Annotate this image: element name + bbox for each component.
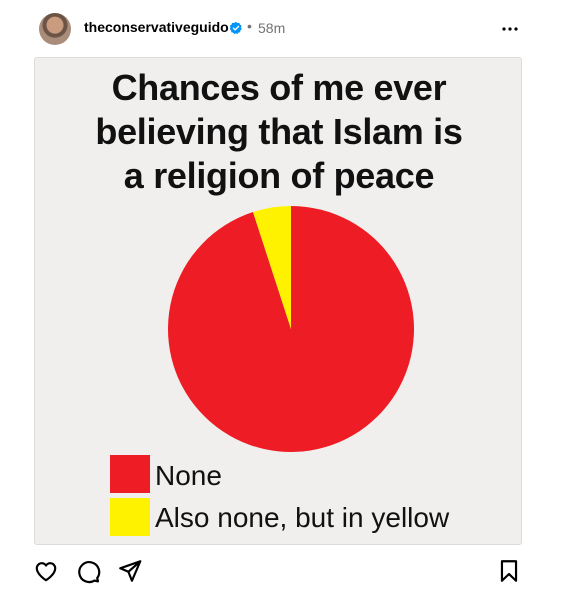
post-image[interactable]: Chances of me ever believing that Islam … <box>34 57 522 545</box>
legend-swatch-yellow <box>110 498 150 536</box>
comment-icon[interactable] <box>75 558 101 584</box>
separator-dot: • <box>247 18 252 34</box>
bookmark-icon[interactable] <box>496 558 522 584</box>
send-icon[interactable] <box>117 558 143 584</box>
verified-badge-icon <box>229 21 242 35</box>
post-header: theconservativeguido • 58m <box>0 0 563 56</box>
post-actions <box>0 552 563 588</box>
pie-chart <box>167 206 414 453</box>
more-options-icon[interactable] <box>500 19 520 39</box>
post-timestamp[interactable]: 58m <box>258 20 285 36</box>
legend-label-none: None <box>155 460 222 491</box>
username[interactable]: theconservativeguido <box>84 19 229 35</box>
avatar[interactable] <box>39 13 71 45</box>
heart-icon[interactable] <box>33 558 59 584</box>
legend-swatch-none <box>110 455 150 493</box>
legend-label-yellow: Also none, but in yellow <box>155 502 450 533</box>
